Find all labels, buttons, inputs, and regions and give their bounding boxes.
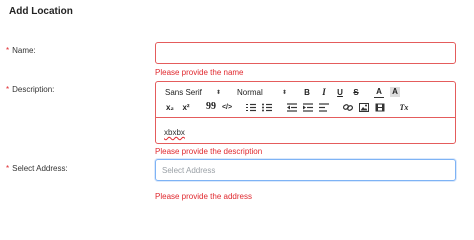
- address-label-row: * Select Address:: [6, 164, 68, 173]
- background-color-button[interactable]: A: [390, 87, 400, 97]
- required-marker: *: [6, 164, 10, 173]
- superscript-button[interactable]: x²: [180, 103, 192, 113]
- font-size-select[interactable]: Normal ⬍: [237, 88, 287, 98]
- image-icon[interactable]: [359, 103, 369, 112]
- name-label-row: * Name:: [6, 46, 36, 55]
- select-caret-icon: ⬍: [281, 90, 287, 96]
- address-input[interactable]: [156, 160, 455, 181]
- editor-content[interactable]: xbxbx: [164, 128, 185, 137]
- blockquote-button[interactable]: 99: [205, 102, 217, 112]
- address-field-wrapper: [155, 159, 456, 181]
- subscript-button[interactable]: x₂: [164, 103, 176, 113]
- name-field-wrapper: [155, 42, 456, 64]
- name-label: Name:: [12, 46, 36, 55]
- editor-toolbar: Sans Serif ⬍ Normal ⬍ B I U S A A x₂ x² …: [156, 82, 455, 118]
- bold-button[interactable]: B: [302, 88, 312, 98]
- description-error: Please provide the description: [155, 147, 263, 156]
- select-caret-icon: ⬍: [215, 90, 221, 96]
- strike-button[interactable]: S: [351, 88, 361, 98]
- clean-format-button[interactable]: Tx: [398, 103, 410, 113]
- video-icon[interactable]: [375, 103, 385, 112]
- bullet-list-icon[interactable]: [262, 103, 272, 112]
- required-marker: *: [6, 46, 10, 55]
- description-editor: Sans Serif ⬍ Normal ⬍ B I U S A A x₂ x² …: [155, 81, 456, 144]
- name-error: Please provide the name: [155, 68, 244, 77]
- underline-button[interactable]: U: [335, 88, 345, 98]
- italic-button[interactable]: I: [319, 87, 329, 97]
- outdent-icon[interactable]: [287, 103, 297, 112]
- description-label-row: * Description:: [6, 85, 54, 94]
- address-label: Select Address:: [12, 164, 68, 173]
- font-size-value: Normal: [237, 88, 263, 97]
- description-label: Description:: [12, 85, 55, 94]
- page-title: Add Location: [9, 6, 73, 17]
- link-icon[interactable]: [343, 103, 353, 112]
- address-error: Please provide the address: [155, 192, 252, 201]
- indent-icon[interactable]: [303, 103, 313, 112]
- code-block-button[interactable]: </>: [220, 103, 234, 113]
- font-family-select[interactable]: Sans Serif ⬍: [165, 88, 221, 98]
- name-input[interactable]: [156, 43, 455, 64]
- align-icon[interactable]: [319, 103, 329, 112]
- font-family-value: Sans Serif: [165, 88, 202, 97]
- required-marker: *: [6, 85, 10, 94]
- text-color-button[interactable]: A: [374, 87, 384, 98]
- ordered-list-icon[interactable]: [246, 103, 256, 112]
